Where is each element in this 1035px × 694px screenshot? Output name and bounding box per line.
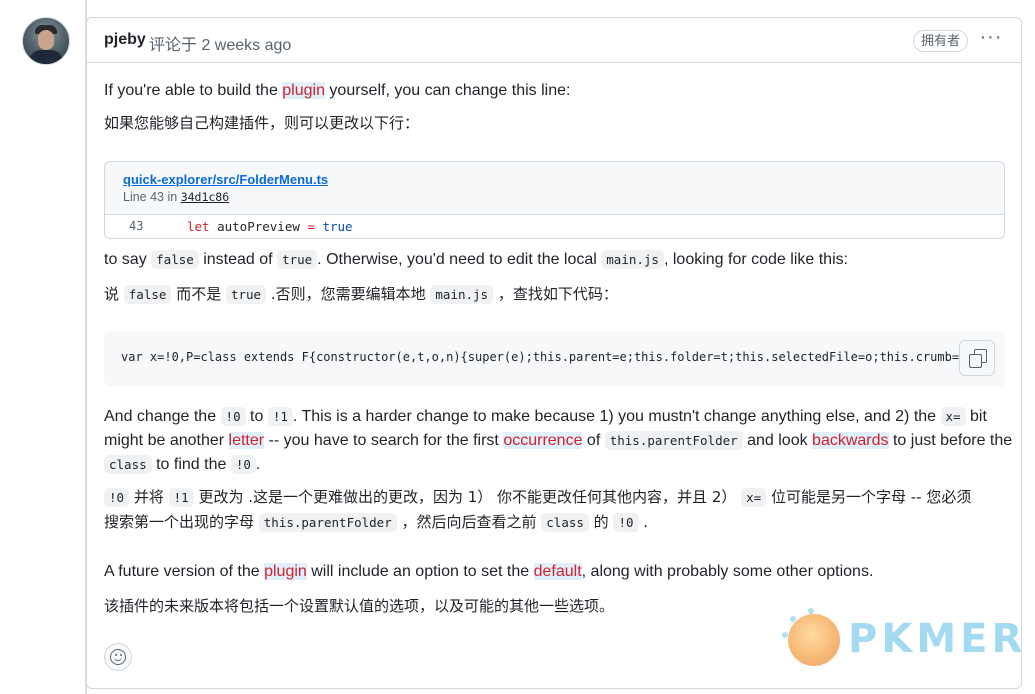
highlight-word: plugin <box>282 82 325 99</box>
watermark-text: PKMER <box>848 616 1027 662</box>
inline-code: main.js <box>430 285 494 304</box>
paragraph-1: If you're able to build the plugin yours… <box>104 79 570 103</box>
text: yourself, you can change this line: <box>324 82 571 99</box>
copy-button[interactable] <box>959 340 995 376</box>
text: to just before the <box>888 432 1013 449</box>
text: ，查找如下代码： <box>493 285 618 303</box>
text: 位可能是另一个字母 -- 您必须 <box>766 488 972 506</box>
paragraph-4-translation: 该插件的未来版本将包括一个设置默认值的选项，以及可能的其他一些选项。 <box>104 597 615 615</box>
permalink-header: quick-explorer/src/FolderMenu.ts Line 43… <box>105 162 1004 215</box>
text: 搜索第一个出现的字母 <box>104 513 259 531</box>
inline-code: class <box>541 513 589 532</box>
line-number[interactable]: 43 <box>129 219 143 233</box>
inline-code: !0 <box>230 455 256 474</box>
inline-code: !0 <box>104 488 130 507</box>
highlight-word: default <box>533 563 582 580</box>
inline-code: !1 <box>168 488 194 507</box>
inline-code: class <box>104 455 152 474</box>
highlight-word: backwards <box>812 432 889 449</box>
more-options-button[interactable]: ··· <box>977 26 1005 52</box>
line-prefix: Line 43 in <box>123 190 181 204</box>
text: to say <box>104 251 152 268</box>
permalink-code-row: 43 let autoPreview = true <box>105 215 1004 238</box>
inline-code: !0 <box>220 407 246 426</box>
text: -- you have to search for the first <box>264 432 504 449</box>
logo-dot <box>782 632 788 638</box>
role-badge: 拥有者 <box>913 30 969 52</box>
code-block-text: var x=!0,P=class extends F{constructor(e… <box>121 350 996 364</box>
inline-code: false <box>151 250 199 269</box>
text: to find the <box>151 456 231 473</box>
paragraph-3-translation-line-2: 搜索第一个出现的字母 this.parentFolder ，然后向后查看之前 c… <box>104 510 648 535</box>
comment-header: pjeby 评论于 2 weeks ago 拥有者 ··· <box>87 18 1021 63</box>
text: . This is a harder change to make becaus… <box>292 408 941 425</box>
text: 并将 <box>129 488 169 506</box>
avatar[interactable] <box>22 17 70 65</box>
code-keyword: let <box>187 219 210 234</box>
logo-dot <box>790 616 796 622</box>
pkmer-logo-icon <box>782 608 840 666</box>
text: A future version of the <box>104 563 265 580</box>
text: 的 <box>588 513 614 531</box>
code-value: true <box>314 219 353 234</box>
text: . <box>255 456 261 473</box>
permalink-file-link[interactable]: quick-explorer/src/FolderMenu.ts <box>123 172 328 187</box>
inline-code: x= <box>741 488 767 507</box>
text: of <box>582 432 605 449</box>
code-permalink: quick-explorer/src/FolderMenu.ts Line 43… <box>104 161 1005 239</box>
text: to <box>245 408 268 425</box>
comment-box: pjeby 评论于 2 weeks ago 拥有者 ··· If you're … <box>86 17 1022 689</box>
pkmer-watermark: PKMER <box>782 608 1022 668</box>
code-variable: autoPreview <box>209 219 308 234</box>
paragraph-3-translation-line-1: !0 并将 !1 更改为 .这是一个更难做出的更改，因为 1） 你不能更改任何其… <box>104 485 971 510</box>
text: . Otherwise, you'd need to edit the loca… <box>317 251 602 268</box>
paragraph-3-line-2: might be another letter -- you have to s… <box>104 429 1012 453</box>
inline-code: this.parentFolder <box>258 513 397 532</box>
text: will include an option to set the <box>306 563 534 580</box>
text: , looking for code like this: <box>663 251 849 268</box>
comment-author[interactable]: pjeby <box>104 31 146 49</box>
text: .否则，您需要编辑本地 <box>266 285 431 303</box>
permalink-line-info: Line 43 in 34d1c86 <box>123 190 229 204</box>
inline-code: !0 <box>613 513 639 532</box>
inline-code: main.js <box>601 250 664 269</box>
copy-icon-front <box>969 354 982 368</box>
text: . <box>638 513 649 531</box>
highlight-word: letter <box>228 432 265 449</box>
paragraph-3-line-3: class to find the !0. <box>104 453 260 477</box>
text: 说 <box>104 285 124 303</box>
text: , along with probably some other options… <box>581 563 874 580</box>
paragraph-2: to say false instead of true. Otherwise,… <box>104 248 848 272</box>
text: bit <box>965 408 987 425</box>
code-line: let autoPreview = true <box>187 219 353 234</box>
paragraph-4: A future version of the plugin will incl… <box>104 560 873 584</box>
inline-code: true <box>225 285 267 304</box>
text: ，然后向后查看之前 <box>396 513 542 531</box>
avatar-body <box>29 50 63 64</box>
text: and look <box>742 432 813 449</box>
add-reaction-button[interactable] <box>104 643 132 671</box>
text: If you're able to build the <box>104 82 283 99</box>
paragraph-1-translation: 如果您能够自己构建插件，则可以更改以下行： <box>104 114 420 132</box>
commit-link[interactable]: 34d1c86 <box>181 190 229 204</box>
text: 而不是 <box>171 285 226 303</box>
inline-code: x= <box>940 407 966 426</box>
inline-code: this.parentFolder <box>604 431 743 450</box>
text: And change the <box>104 408 221 425</box>
inline-code: !1 <box>267 407 293 426</box>
highlight-word: occurrence <box>503 432 583 449</box>
code-operator: = <box>307 219 315 234</box>
text: instead of <box>198 251 278 268</box>
logo-dot <box>808 608 814 614</box>
code-block[interactable]: var x=!0,P=class extends F{constructor(e… <box>104 331 1005 387</box>
paragraph-3-line-1: And change the !0 to !1. This is a harde… <box>104 405 987 429</box>
highlight-word: plugin <box>264 563 307 580</box>
inline-code: false <box>123 285 172 304</box>
avatar-face <box>38 30 54 50</box>
text: 更改为 .这是一个更难做出的更改，因为 1） 你不能更改任何其他内容，并且 2） <box>193 488 742 506</box>
paragraph-2-translation: 说 false 而不是 true .否则，您需要编辑本地 main.js ，查找… <box>104 282 618 307</box>
inline-code: true <box>277 250 318 269</box>
comment-timestamp[interactable]: 评论于 2 weeks ago <box>149 31 291 55</box>
text: might be another <box>104 432 229 449</box>
